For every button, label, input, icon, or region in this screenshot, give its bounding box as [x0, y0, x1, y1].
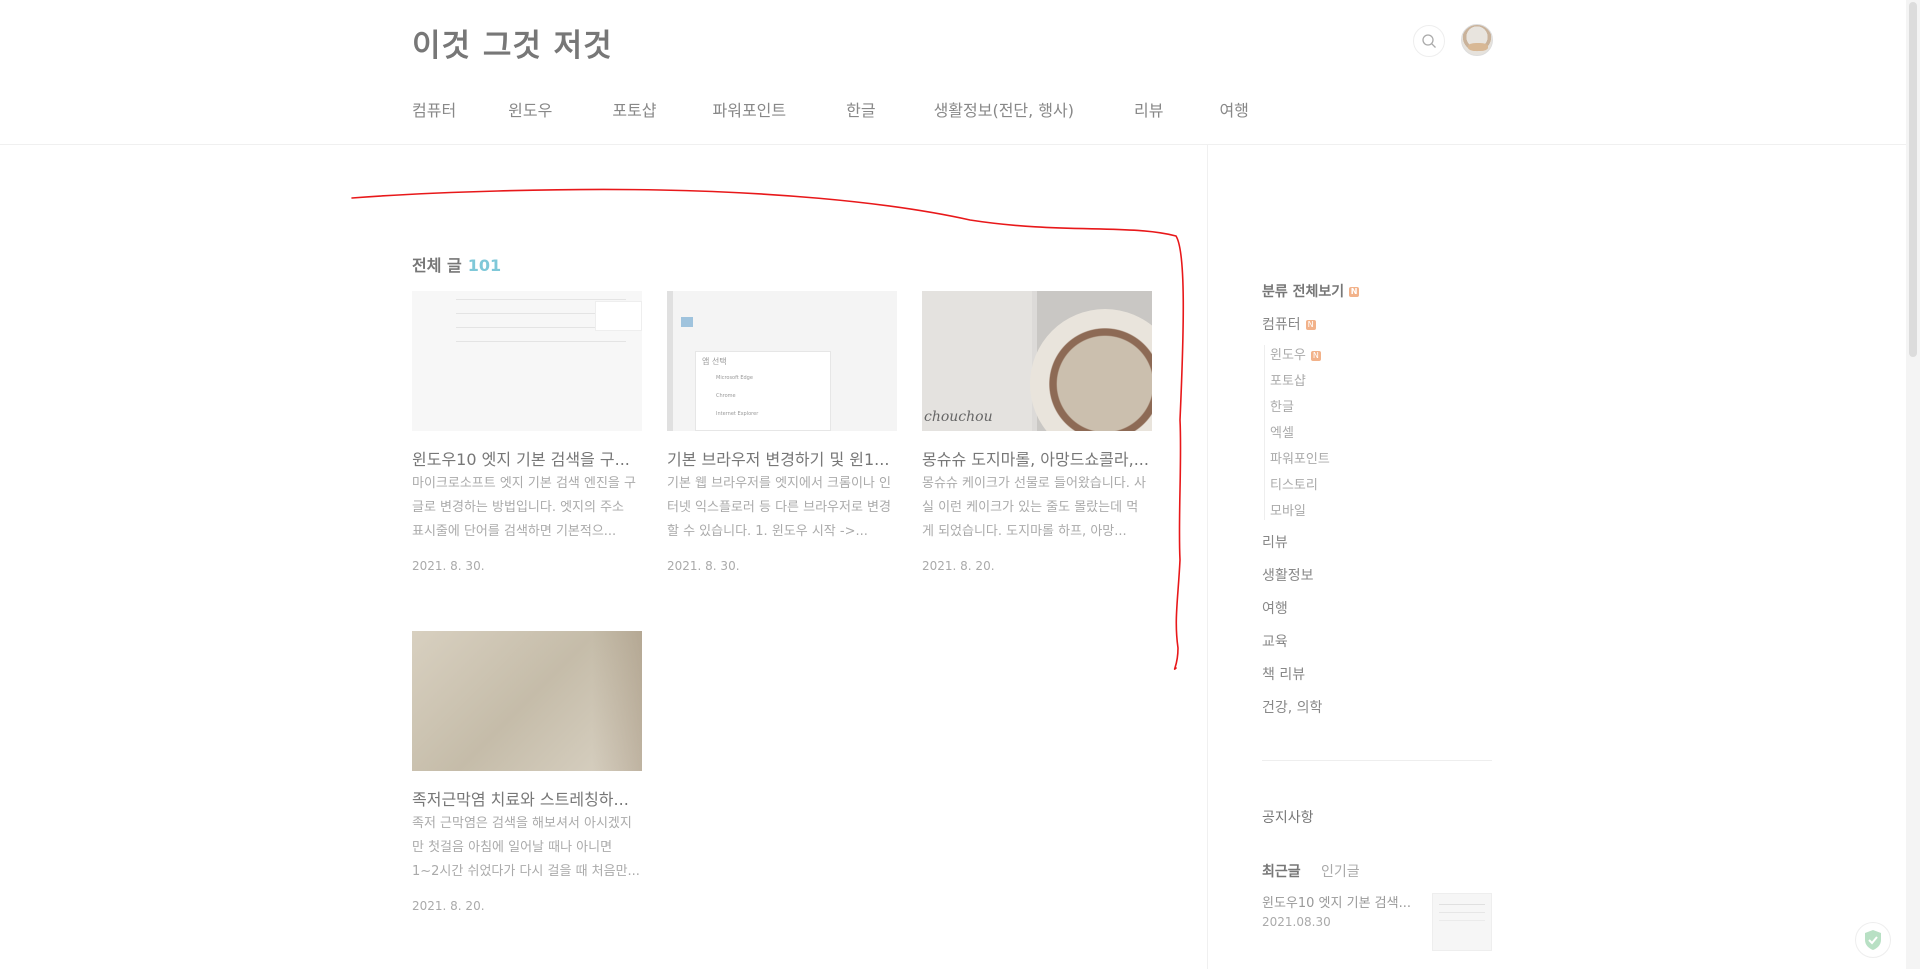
post-title[interactable]: 몽슈슈 도지마롤, 아망드쇼콜라,... [922, 446, 1152, 468]
sidebar-category-life-info[interactable]: 생활정보 [1262, 565, 1314, 585]
subcategory-label: 윈도우 [1270, 348, 1306, 363]
thumbnail-caption: chouchou [924, 409, 993, 425]
sidebar-subcategory-powerpoint[interactable]: 파워포인트 [1270, 448, 1330, 467]
app-select-label: 앱 선택 [702, 357, 727, 366]
shield-check-icon [1865, 930, 1881, 950]
sidebar-subcategory-hangul[interactable]: 한글 [1270, 396, 1294, 415]
post-thumbnail [412, 631, 642, 771]
post-date: 2021. 8. 20. [922, 559, 995, 573]
notice-title[interactable]: 공지사항 [1262, 807, 1314, 827]
tab-popular[interactable]: 인기글 [1321, 861, 1360, 881]
nav-item-life-info[interactable]: 생활정보(전단, 행사) [934, 97, 1074, 121]
sidebar-section-divider [1262, 760, 1492, 761]
main-nav: 컴퓨터 윈도우 포토샵 파워포인트 한글 생활정보(전단, 행사) 리뷰 여행 [412, 97, 1300, 121]
sidebar-category-health[interactable]: 건강, 의학 [1262, 697, 1322, 717]
section-title: 전체 글 101 [412, 252, 501, 276]
nav-item-travel[interactable]: 여행 [1219, 97, 1248, 121]
avatar[interactable] [1461, 24, 1493, 56]
category-all-link[interactable]: 분류 전체보기 N [1262, 281, 1360, 301]
new-badge: N [1310, 350, 1321, 361]
tab-recent[interactable]: 최근글 [1262, 861, 1301, 881]
sidebar-category-travel[interactable]: 여행 [1262, 598, 1288, 618]
nav-item-photoshop[interactable]: 포토샵 [612, 97, 656, 121]
recent-post-thumbnail[interactable] [1432, 893, 1492, 951]
sidebar-subcategory-excel[interactable]: 엑셀 [1270, 422, 1294, 441]
post-title[interactable]: 윈도우10 엣지 기본 검색을 구... [412, 446, 642, 468]
nav-item-powerpoint[interactable]: 파워포인트 [713, 97, 787, 121]
post-date: 2021. 8. 20. [412, 899, 485, 913]
post-date: 2021. 8. 30. [412, 559, 485, 573]
nav-item-hangul[interactable]: 한글 [846, 97, 875, 121]
post-title[interactable]: 족저근막염 치료와 스트레칭하... [412, 786, 642, 808]
post-title[interactable]: 기본 브라우저 변경하기 및 윈1... [667, 446, 897, 468]
nav-item-review[interactable]: 리뷰 [1134, 97, 1163, 121]
search-button[interactable] [1413, 25, 1445, 57]
post-count: 101 [467, 256, 502, 275]
post-card[interactable]: chouchou 몽슈슈 도지마롤, 아망드쇼콜라,... 몽슈슈 케이크가 선… [922, 291, 1152, 573]
sidebar-category-review[interactable]: 리뷰 [1262, 532, 1288, 552]
section-title-label: 전체 글 [412, 256, 462, 275]
search-icon [1422, 34, 1436, 48]
recent-post-title[interactable]: 윈도우10 엣지 기본 검색... [1262, 892, 1411, 911]
ie-label: Internet Explorer [716, 411, 759, 417]
sidebar-subcategory-mobile[interactable]: 모바일 [1270, 500, 1306, 519]
post-card[interactable]: 족저근막염 치료와 스트레칭하... 족저 근막염은 검색을 해보셔서 아시겠지… [412, 631, 642, 913]
sidebar-category-computer[interactable]: 컴퓨터 N [1262, 314, 1316, 334]
shield-button[interactable] [1855, 922, 1891, 958]
post-summary: 기본 웹 브라우저를 엣지에서 크롬이나 인터넷 익스플로러 등 다른 브라우저… [667, 476, 891, 539]
post-summary: 마이크로소프트 엣지 기본 검색 엔진을 구글로 변경하는 방법입니다. 엣지의… [412, 476, 636, 539]
category-all-label: 분류 전체보기 [1262, 284, 1345, 300]
category-label: 컴퓨터 [1262, 317, 1301, 333]
sidebar-subcategory-photoshop[interactable]: 포토샵 [1270, 370, 1306, 389]
sidebar-subcategory-tistory[interactable]: 티스토리 [1270, 474, 1318, 493]
post-thumbnail [412, 291, 642, 431]
post-summary: 몽슈슈 케이크가 선물로 들어왔습니다. 사실 이런 케이크가 있는 줄도 몰랐… [922, 476, 1146, 539]
subcategory-rail [1264, 345, 1265, 520]
post-date: 2021. 8. 30. [667, 559, 740, 573]
sidebar-category-education[interactable]: 교육 [1262, 631, 1288, 651]
sidebar-category-book-review[interactable]: 책 리뷰 [1262, 664, 1305, 684]
chrome-label: Chrome [716, 393, 736, 399]
post-card[interactable]: 앱 선택 Microsoft Edge Chrome Internet Expl… [667, 291, 897, 573]
post-card[interactable]: 윈도우10 엣지 기본 검색을 구... 마이크로소프트 엣지 기본 검색 엔진… [412, 291, 642, 573]
blog-title[interactable]: 이것 그것 저것 [412, 20, 613, 65]
edge-label: Microsoft Edge [716, 375, 753, 381]
recent-post-date: 2021.08.30 [1262, 915, 1331, 929]
sidebar-subcategory-windows[interactable]: 윈도우 N [1270, 344, 1321, 363]
post-summary: 족저 근막염은 검색을 해보셔서 아시겠지만 첫걸음 아침에 일어날 때나 아니… [412, 816, 640, 879]
header-divider [0, 144, 1906, 145]
sidebar-divider [1207, 145, 1208, 969]
post-thumbnail: chouchou [922, 291, 1152, 431]
post-thumbnail: 앱 선택 Microsoft Edge Chrome Internet Expl… [667, 291, 897, 431]
nav-item-windows[interactable]: 윈도우 [508, 97, 552, 121]
new-badge: N [1305, 320, 1316, 330]
new-badge: N [1349, 287, 1360, 297]
nav-item-computer[interactable]: 컴퓨터 [412, 97, 456, 121]
scrollbar-thumb[interactable] [1909, 2, 1917, 357]
